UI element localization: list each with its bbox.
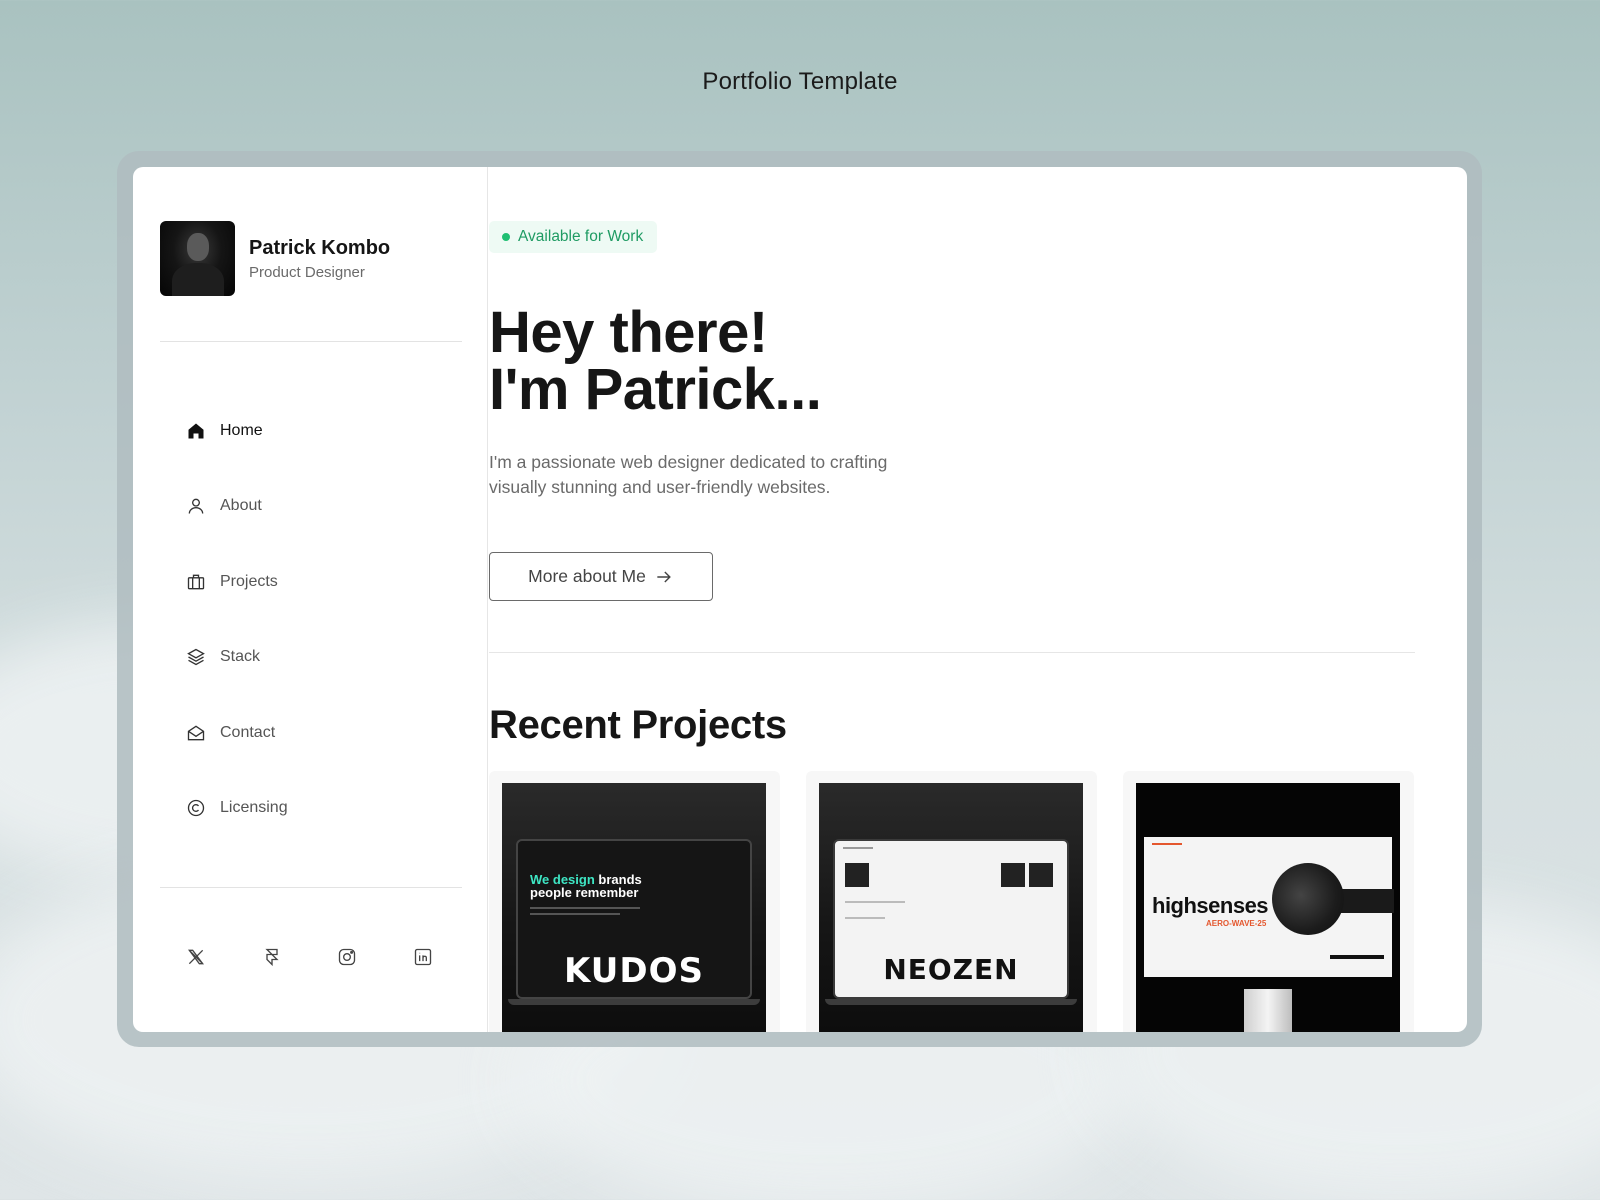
sidebar-item-contact[interactable]: Contact [186,695,288,771]
layers-icon [187,648,205,666]
status-dot [502,233,510,241]
project-thumbnail: We design brands people remember KUDOS [502,783,766,1032]
sidebar-nav: Home About Projects Stack Contact Licens… [186,393,288,846]
x-icon[interactable] [186,947,206,967]
linkedin-icon[interactable] [413,947,433,967]
project-subtitle: AERO-WAVE-25 [1206,919,1267,928]
badge-label: Available for Work [518,228,644,245]
user-icon [188,498,204,514]
sidebar-item-stack[interactable]: Stack [186,620,288,696]
arrow-right-icon [657,570,671,583]
project-card-neozen[interactable]: NEOZEN [806,771,1097,1032]
project-cards: We design brands people remember KUDOS N… [489,771,1440,1032]
monitor-mockup: highsenses AERO-WAVE-25 [1144,837,1394,977]
framer-icon[interactable] [262,947,282,967]
sidebar-item-licensing[interactable]: Licensing [186,771,288,847]
instagram-icon[interactable] [337,947,357,967]
page-title: Portfolio Template [702,68,898,95]
sidebar-item-label: Licensing [220,799,288,817]
home-icon [188,423,204,439]
sidebar: Patrick Kombo Product Designer Home Abou… [133,167,488,1032]
project-name: NEOZEN [883,953,1019,986]
sidebar-item-label: Stack [220,648,261,666]
sidebar-item-label: Home [220,421,263,439]
availability-badge: Available for Work [489,221,658,253]
section-divider [489,652,1415,653]
sidebar-divider-top [160,341,462,342]
copyright-icon [187,800,205,817]
briefcase-icon [187,574,205,590]
sidebar-divider-bottom [160,887,462,888]
sidebar-item-label: About [220,497,262,515]
sidebar-item-label: Projects [220,572,278,590]
project-card-kudos[interactable]: We design brands people remember KUDOS [489,771,780,1032]
sidebar-item-about[interactable]: About [186,469,288,545]
project-card-highsenses[interactable]: highsenses AERO-WAVE-25 [1123,771,1414,1032]
project-name: KUDOS [564,951,704,991]
sidebar-item-projects[interactable]: Projects [186,544,288,620]
more-about-me-button[interactable]: More about Me [489,552,713,601]
sidebar-item-label: Contact [220,723,276,741]
cta-label: More about Me [528,566,646,586]
profile-role: Product Designer [249,263,365,281]
hero-text: I'm a passionate web designer dedicated … [489,452,888,497]
sidebar-item-home[interactable]: Home [186,393,288,469]
social-links [186,947,488,967]
main-content: Available for Work Hey there! I'm Patric… [489,167,1467,1032]
profile: Patrick Kombo Product Designer [160,221,390,296]
mail-icon [187,725,205,741]
project-thumbnail: NEOZEN [819,783,1083,1032]
project-thumbnail: highsenses AERO-WAVE-25 [1136,783,1400,1032]
recent-projects-title: Recent Projects [489,703,787,747]
portfolio-window: Patrick Kombo Product Designer Home Abou… [133,167,1467,1032]
project-name: highsenses [1152,893,1269,918]
avatar [160,221,235,296]
hero-title: Hey there! I'm Patrick... [489,300,822,422]
profile-name: Patrick Kombo [249,236,391,259]
kudos-tagline: We design brands people remember [530,872,642,900]
